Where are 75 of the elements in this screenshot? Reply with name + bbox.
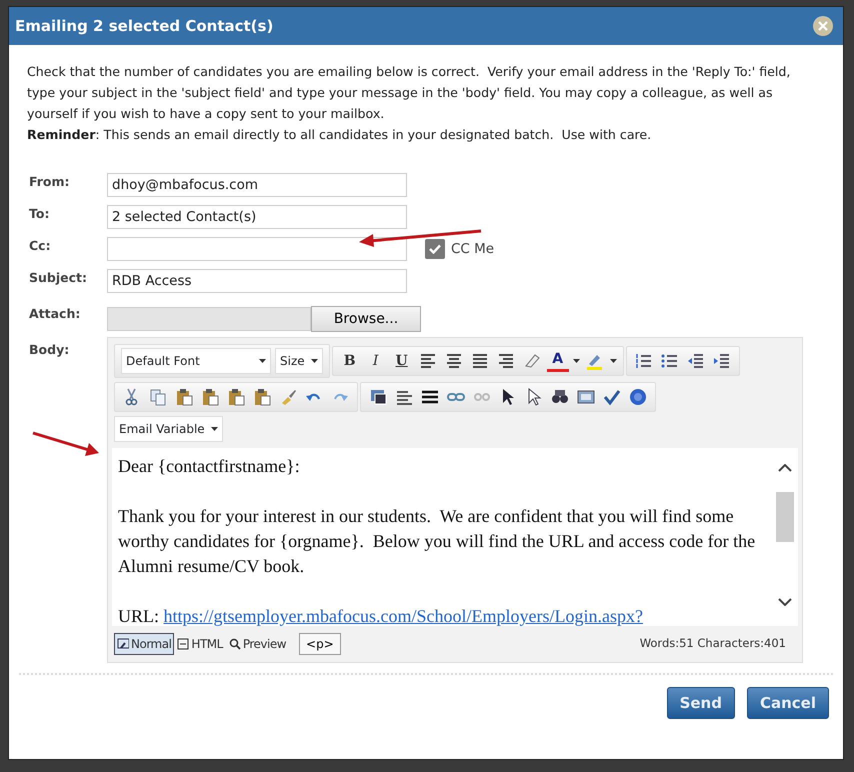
table-icon[interactable] <box>369 388 387 406</box>
font-color-button[interactable]: A <box>546 350 569 372</box>
field-label: To: <box>29 205 50 223</box>
copy-icon[interactable] <box>149 388 167 406</box>
field-label: Body: <box>29 341 70 359</box>
editor-content[interactable] <box>112 448 798 626</box>
send-button[interactable]: Send <box>666 687 735 719</box>
underline-button[interactable]: U <box>390 350 413 372</box>
url-label: URL: <box>118 606 160 626</box>
dropdown-caret-icon <box>210 427 218 431</box>
cursor-icon[interactable] <box>500 388 516 406</box>
highlighter-icon[interactable] <box>586 352 604 370</box>
mode-tab[interactable]: Preview <box>226 633 290 655</box>
instructions-text: Check that the number of candidates you are emailing below is correct. Verify your email address in the 'Reply To:' field, type your subject in the 'subject field' and type your message in the 'body' field. You may copy a colleague, as well as yourself if you wish to have a copy sent to your mailbox. <box>27 63 792 123</box>
help-icon[interactable] <box>629 388 647 406</box>
input-field[interactable]: dhoy@mbafocus.com <box>107 173 407 197</box>
checkbox[interactable] <box>425 239 445 259</box>
search-icon <box>228 638 241 650</box>
design-mode-icon <box>117 638 129 650</box>
word-count: Words:51 Characters:401 <box>640 635 786 652</box>
align-left-icon[interactable] <box>420 353 436 369</box>
scroll-down-icon <box>778 598 792 606</box>
close-button[interactable] <box>813 16 833 36</box>
reminder-text: Reminder: This sends an email directly to all candidates in your designated batch. Use with care. <box>27 126 652 144</box>
tag-button[interactable]: <p> <box>299 633 341 655</box>
mode-tab[interactable]: Normal <box>114 633 174 655</box>
italic-button[interactable]: I <box>364 350 387 372</box>
field-label: Attach: <box>29 305 82 323</box>
justify-icon[interactable] <box>472 353 488 369</box>
close-icon <box>818 21 828 31</box>
checkbox-label: CC Me <box>451 240 494 259</box>
code-mode-icon <box>177 638 190 650</box>
font-dropdown[interactable]: Default Font <box>121 348 271 374</box>
annotation-arrow <box>32 432 99 456</box>
clipboard-icon[interactable] <box>175 388 193 406</box>
window-title: Emailing 2 selected Contact(s) <box>15 16 274 37</box>
size-dropdown[interactable]: Size <box>275 348 323 374</box>
indent-icon[interactable] <box>713 353 730 369</box>
numbered-list-icon[interactable] <box>635 353 652 369</box>
outdent-icon[interactable] <box>687 353 704 369</box>
horizontal-rule-icon[interactable] <box>421 388 439 406</box>
bold-button[interactable]: B <box>338 350 361 372</box>
url-link[interactable]: https://gtsemployer.mbafocus.com/School/Employers/Login.aspx? <box>164 606 643 626</box>
file-field[interactable] <box>107 307 311 331</box>
paragraph-icon[interactable] <box>396 388 412 406</box>
clipboard-icon[interactable] <box>227 388 245 406</box>
browse-button[interactable]: Browse... <box>311 306 421 332</box>
field-label: Cc: <box>29 237 52 255</box>
bullet-list-icon[interactable] <box>661 353 678 369</box>
eraser-icon[interactable] <box>522 352 541 370</box>
spellcheck-icon[interactable] <box>603 388 621 406</box>
body-paragraph: Thank you for your interest in our students. We are confident that you will find some worthy candidates for {orgname}. Below you will find the URL and access code for the Alumni resume/CV book. <box>118 505 756 578</box>
dropdown-caret-icon <box>610 359 617 363</box>
variable-dropdown[interactable]: Email Variable <box>114 416 223 442</box>
input-field[interactable] <box>107 237 407 261</box>
field-label: Subject: <box>29 269 88 287</box>
input-field[interactable]: RDB Access <box>107 269 407 293</box>
cancel-button[interactable]: Cancel <box>746 687 829 719</box>
checkmark-icon <box>429 244 441 254</box>
align-center-icon[interactable] <box>446 353 462 369</box>
dropdown-caret-icon <box>572 359 580 363</box>
cursor-icon[interactable] <box>526 388 542 406</box>
clipboard-icon[interactable] <box>201 388 219 406</box>
mode-tab[interactable]: HTML <box>174 633 226 655</box>
scroll-up-icon <box>778 464 792 472</box>
body-paragraph: Dear {contactfirstname}: <box>118 455 301 478</box>
input-field[interactable]: 2 selected Contact(s) <box>107 205 407 229</box>
clipboard-icon[interactable] <box>253 388 271 406</box>
dropdown-caret-icon <box>259 359 266 363</box>
image-icon[interactable] <box>577 388 595 406</box>
dropdown-caret-icon <box>310 359 318 363</box>
scrollbar-thumb[interactable] <box>776 492 794 542</box>
binoculars-icon[interactable] <box>551 388 569 406</box>
align-right-icon[interactable] <box>498 353 514 369</box>
field-label: From: <box>29 173 71 191</box>
